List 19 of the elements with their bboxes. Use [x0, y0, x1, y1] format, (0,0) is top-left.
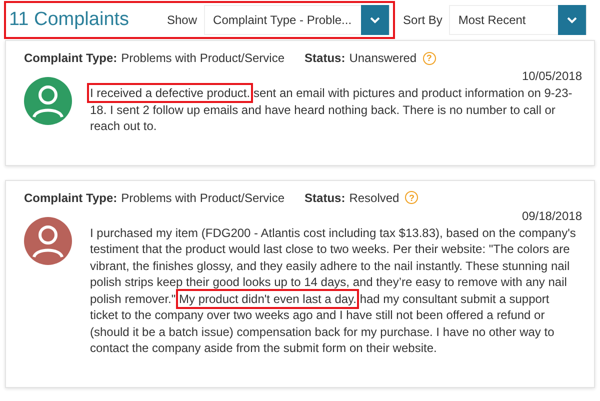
page-title: 11 Complaints: [9, 9, 130, 31]
complaint-text: I received a defective product. sent an email with pictures and product information on 9-23-18. I sent 2 follow up emails and have heard nothing back. There is no number to call or reach out to.: [90, 85, 578, 134]
status-label: Status:: [304, 190, 346, 204]
chevron-down-icon: [370, 16, 380, 24]
type-label: Complaint Type:: [24, 190, 118, 204]
status-value: Unanswered: [349, 51, 417, 65]
filter-label: Show: [167, 13, 198, 27]
complaint-type: Problems with Product/Service: [121, 51, 285, 65]
complaint-text: I purchased my item (FDG200 - Atlantis cost including tax $13.83), based on the company's testiment that the product would last close to two weeks. Per their website: "The colors are vibrant, the finishes glossy, and they easily adhere to the nail instantly. These stunning nail polish strips keep their good looks up to 14 days, and they’re easy to remove with any nail polish remover." My product didn't even last a day. had my consultant submit a support ticket to the company over two weeks ago and I have still not been offered a refund or (should it be a batch issue) compensation back for my purchase. I have no other way to contact the company aside from the submit form on their website.: [90, 224, 577, 356]
status-value: Resolved: [349, 190, 400, 204]
complaint-date: 09/18/2018: [520, 208, 582, 222]
filter-dropdown[interactable]: Complaint Type - Proble...: [204, 5, 390, 35]
sort-dropdown[interactable]: Most Recent: [449, 5, 588, 35]
chevron-down-icon: [567, 16, 578, 24]
status-label: Status:: [304, 51, 346, 65]
sort-label: Sort By: [403, 13, 442, 27]
complaint-date: 10/05/2018: [520, 69, 582, 83]
type-label: Complaint Type:: [24, 51, 118, 65]
complaint-type: Problems with Product/Service: [121, 190, 285, 204]
